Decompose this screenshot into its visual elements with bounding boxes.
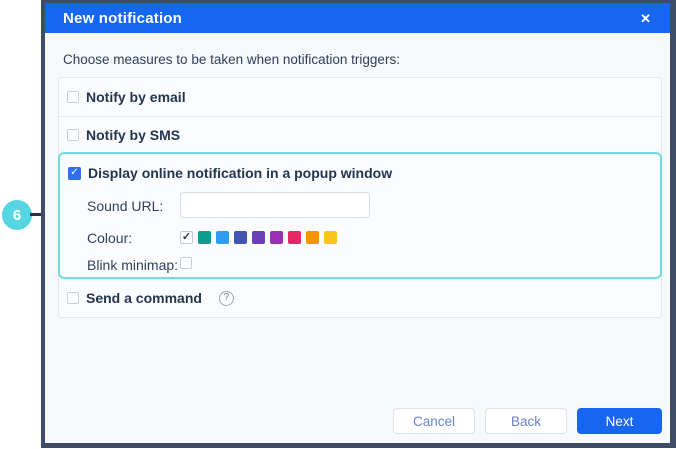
close-icon[interactable]: ✕ xyxy=(640,12,651,25)
cancel-button[interactable]: Cancel xyxy=(393,408,475,434)
help-icon[interactable]: ? xyxy=(219,291,234,306)
row-notify-email[interactable]: Notify by email xyxy=(59,78,661,117)
new-notification-dialog: New notification ✕ Choose measures to be… xyxy=(41,0,676,448)
colour-swatch[interactable] xyxy=(306,231,319,244)
dialog-title: New notification xyxy=(63,10,182,27)
colour-swatches: ✓ xyxy=(180,231,337,244)
popup-checkbox-checked[interactable]: ✓ xyxy=(68,167,81,180)
send-command-label: Send a command xyxy=(86,290,202,306)
notify-sms-label: Notify by SMS xyxy=(86,127,180,143)
notify-email-label: Notify by email xyxy=(86,89,186,105)
popup-section-header[interactable]: ✓ Display online notification in a popup… xyxy=(68,165,392,181)
blink-minimap-checkbox[interactable] xyxy=(180,257,192,269)
colour-swatch[interactable] xyxy=(198,231,211,244)
dialog-header: New notification ✕ xyxy=(45,3,670,33)
colour-swatch[interactable] xyxy=(324,231,337,244)
row-send-command[interactable]: Send a command ? xyxy=(59,279,661,317)
notify-email-checkbox[interactable] xyxy=(67,91,79,103)
footer-buttons: Cancel Back Next xyxy=(393,408,662,434)
colour-none-selected-checkbox[interactable]: ✓ xyxy=(180,231,193,244)
colour-swatch[interactable] xyxy=(288,231,301,244)
blink-minimap-label: Blink minimap: xyxy=(87,257,178,273)
sound-url-input[interactable] xyxy=(180,192,370,218)
notify-sms-checkbox[interactable] xyxy=(67,129,79,141)
send-command-checkbox[interactable] xyxy=(67,292,79,304)
intro-text: Choose measures to be taken when notific… xyxy=(63,52,400,68)
popup-label: Display online notification in a popup w… xyxy=(88,165,392,181)
colour-swatch[interactable] xyxy=(216,231,229,244)
measures-list: Notify by email Notify by SMS ✓ Display … xyxy=(58,77,662,318)
row-notify-sms[interactable]: Notify by SMS xyxy=(59,117,661,152)
colour-swatch[interactable] xyxy=(270,231,283,244)
colour-swatch[interactable] xyxy=(234,231,247,244)
dialog-body: New notification ✕ Choose measures to be… xyxy=(45,3,670,443)
popup-notification-section: ✓ Display online notification in a popup… xyxy=(58,152,662,279)
colour-label: Colour: xyxy=(87,230,132,246)
annotation-step-badge: 6 xyxy=(2,200,32,230)
colour-swatch[interactable] xyxy=(252,231,265,244)
next-button[interactable]: Next xyxy=(577,408,662,434)
back-button[interactable]: Back xyxy=(485,408,567,434)
sound-url-label: Sound URL: xyxy=(87,198,163,214)
